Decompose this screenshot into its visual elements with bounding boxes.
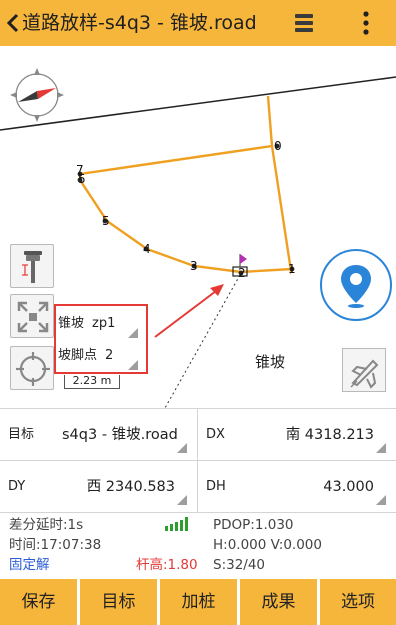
locate-button[interactable] (10, 346, 54, 390)
chevron-left-icon[interactable] (4, 8, 22, 38)
target-button[interactable]: 目标 (80, 579, 157, 625)
point-label: 3 (190, 259, 198, 273)
layers-menu-icon[interactable] (292, 11, 316, 35)
slope-select-label: 锥坡 (58, 316, 85, 331)
full-extent-icon (17, 301, 49, 333)
fix-status-text: 固定解 (9, 557, 50, 573)
dropdown-triangle-icon (177, 495, 187, 505)
dy-label: DY (8, 479, 26, 494)
antenna-pole-icon (22, 251, 42, 283)
add-stake-button[interactable]: 加桩 (160, 579, 237, 625)
target-cell[interactable]: 目标 s4q3 - 锥坡.road (0, 408, 197, 460)
compass-icon[interactable] (8, 66, 66, 124)
dy-value: 西 2340.583 (86, 479, 175, 495)
diff-delay-text: 差分延时:1s (9, 517, 84, 533)
status-panel: 差分延时:1s PDOP:1.030 时间:17:07:38 H:0.000 V… (0, 512, 396, 578)
satellite-count-text: S:32/40 (213, 557, 266, 573)
dx-label: DX (206, 427, 225, 442)
target-flag-icon (240, 254, 247, 264)
target-value: s4q3 - 锥坡.road (62, 427, 178, 443)
slope-map-label: 锥坡 (255, 353, 286, 371)
slope-selector-popup: 锥坡 zp1 坡脚点 2 (54, 304, 148, 374)
point-label: 4 (143, 242, 151, 256)
toe-point-select[interactable]: 坡脚点 2 (58, 342, 113, 370)
fly-icon (350, 359, 379, 389)
toe-point-value: 2 (105, 348, 114, 363)
bottom-toolbar: 保存 目标 加桩 成果 选项 (0, 578, 396, 625)
point-label: 2 (238, 266, 246, 280)
full-extent-button[interactable] (10, 294, 54, 338)
app-header: 道路放样-s4q3 - 锥坡.road (0, 0, 396, 46)
guide-dotted-line (164, 274, 241, 408)
dropdown-triangle-icon (376, 443, 386, 453)
dropdown-triangle-icon (177, 443, 187, 453)
options-button[interactable]: 选项 (320, 579, 396, 625)
road-route-line (78, 95, 295, 275)
toe-point-label: 坡脚点 (58, 348, 98, 363)
more-vertical-icon[interactable] (356, 8, 376, 38)
target-label: 目标 (8, 427, 35, 442)
pdop-text: PDOP:1.030 (213, 517, 294, 533)
slope-select-value: zp1 (92, 316, 116, 331)
dropdown-triangle-icon (128, 360, 138, 370)
dx-value: 南 4318.213 (285, 427, 374, 443)
pole-height-text: 杆高:1.80 (136, 557, 198, 573)
dropdown-triangle-icon (128, 328, 138, 338)
slope-select[interactable]: 锥坡 zp1 (58, 310, 115, 338)
antenna-button[interactable] (10, 244, 54, 288)
hv-precision-text: H:0.000 V:0.000 (213, 537, 322, 553)
dy-cell[interactable]: DY 西 2340.583 (0, 460, 197, 512)
dropdown-triangle-icon (376, 495, 386, 505)
dh-cell[interactable]: DH 43.000 (198, 460, 396, 512)
crosshair-target-icon (16, 352, 50, 386)
time-text: 时间:17:07:38 (9, 537, 102, 553)
save-button[interactable]: 保存 (0, 579, 77, 625)
point-label: 5 (78, 172, 86, 186)
page-title: 道路放样-s4q3 - 锥坡.road (22, 12, 257, 34)
signal-strength-icon (165, 517, 188, 531)
results-button[interactable]: 成果 (240, 579, 317, 625)
map-canvas[interactable]: 0 7 5 5 4 3 2 1 锥坡 zp1 坡脚点 2 2.23 m 锥坡 (0, 46, 396, 408)
dh-value: 43.000 (323, 479, 374, 495)
point-label: 0 (274, 139, 282, 153)
location-button[interactable] (320, 249, 392, 321)
fly-button[interactable] (342, 348, 386, 392)
point-label: 5 (102, 214, 110, 228)
red-arrow (154, 287, 221, 338)
dx-cell[interactable]: DX 南 4318.213 (198, 408, 396, 460)
location-pin-icon (341, 265, 371, 308)
scale-bar: 2.23 m (64, 375, 120, 389)
point-label: 1 (288, 262, 296, 276)
dh-label: DH (206, 479, 226, 494)
info-grid: 目标 s4q3 - 锥坡.road DX 南 4318.213 DY 西 234… (0, 408, 396, 512)
